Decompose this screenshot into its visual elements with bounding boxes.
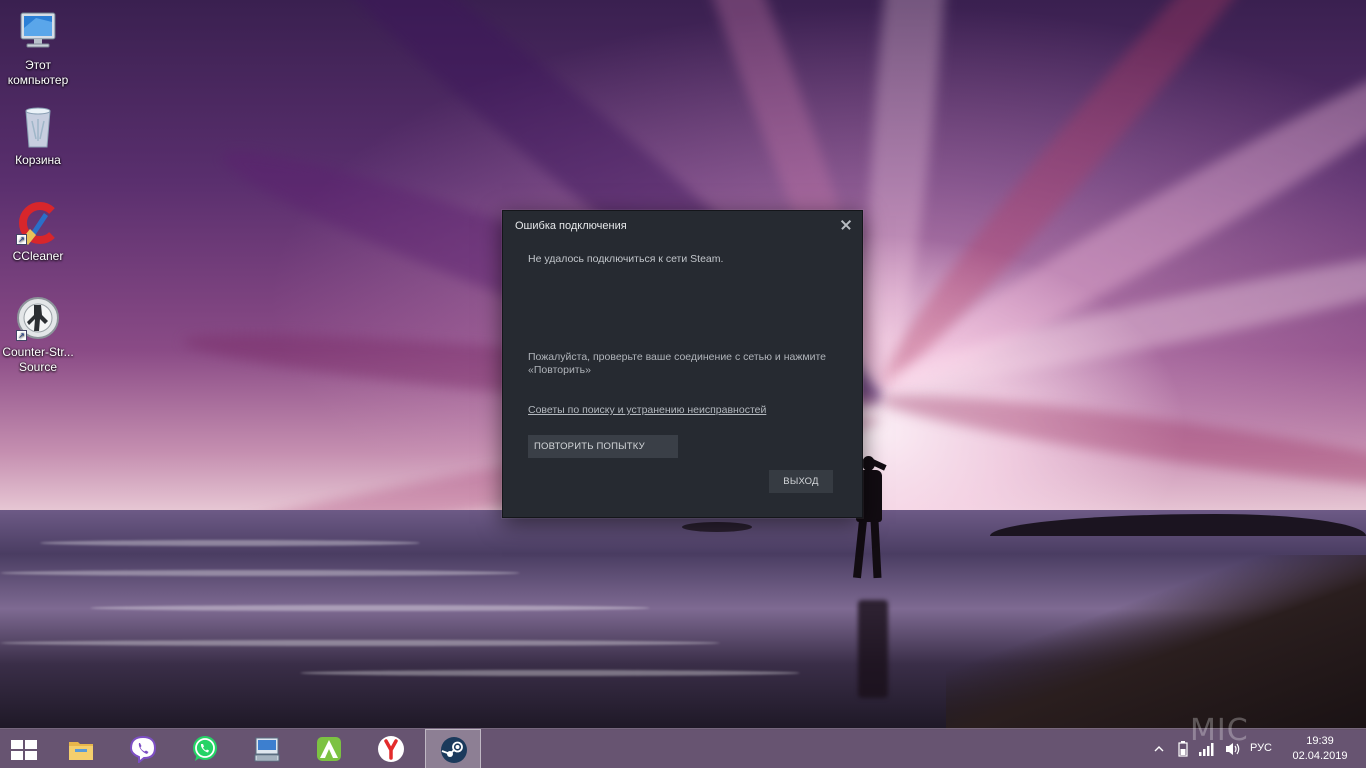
show-hidden-icons-button[interactable] [1152,729,1166,768]
taskbar-android-app[interactable] [301,729,357,768]
chevron-up-icon [1154,746,1164,752]
start-button[interactable] [0,729,48,768]
desktop-icon-this-pc[interactable]: Этот компьютер [0,8,76,88]
troubleshooting-link[interactable]: Советы по поиску и устранению неисправно… [528,404,766,416]
windows-logo-icon [11,740,38,760]
taskbar-file-explorer[interactable] [53,729,109,768]
exit-button[interactable]: ВЫХОД [769,470,833,493]
taskbar-steam[interactable] [425,729,481,768]
watermark: MIC [1190,713,1249,748]
error-message: Не удалось подключиться к сети Steam. [528,253,724,265]
retry-button[interactable]: ПОВТОРИТЬ ПОПЫТКУ [528,435,678,458]
desktop-icon-label: Этот компьютер [7,58,69,87]
person-reflection [858,600,888,698]
dialog-title: Ошибка подключения [515,220,627,232]
desktop-icon-recycle-bin[interactable]: Корзина [0,103,76,168]
taskbar-yandex-browser[interactable] [363,729,419,768]
keyboard-icon [254,737,280,762]
close-icon[interactable] [837,216,855,234]
folder-icon [69,742,93,760]
taskbar: РУС 19:39 02.04.2019 [0,728,1366,768]
taskbar-viber[interactable] [115,729,171,768]
taskbar-on-screen-keyboard[interactable] [239,729,295,768]
battery-icon [1178,741,1188,757]
clock[interactable]: 19:39 02.04.2019 [1290,734,1350,764]
counter-strike-icon: ↗ [14,295,62,343]
desktop-icon-counter-strike[interactable]: ↗ Counter-Str... Source [0,295,76,375]
ccleaner-icon: ↗ [14,199,62,247]
shore [946,555,1366,730]
desktop-icon-ccleaner[interactable]: ↗ CCleaner [0,199,76,264]
recycle-bin-icon [14,103,62,151]
whatsapp-icon [193,736,217,761]
desktop-icon-label: Counter-Str... Source [2,345,74,374]
clock-time: 19:39 [1306,735,1334,747]
computer-icon [14,8,62,56]
islet [682,522,752,532]
taskbar-whatsapp[interactable] [177,729,233,768]
language-indicator[interactable]: РУС [1250,742,1272,754]
steam-icon [441,737,467,763]
desktop-icon-label: CCleaner [12,249,64,263]
viber-icon [129,735,157,763]
connection-error-dialog: Ошибка подключения Не удалось подключить… [502,210,863,518]
hint-text: Пожалуйста, проверьте ваше соединение с … [528,351,826,376]
clock-date: 02.04.2019 [1292,750,1348,762]
a-logo-icon [317,737,341,761]
desktop-icon-label: Корзина [15,153,61,167]
yandex-icon [378,736,404,762]
